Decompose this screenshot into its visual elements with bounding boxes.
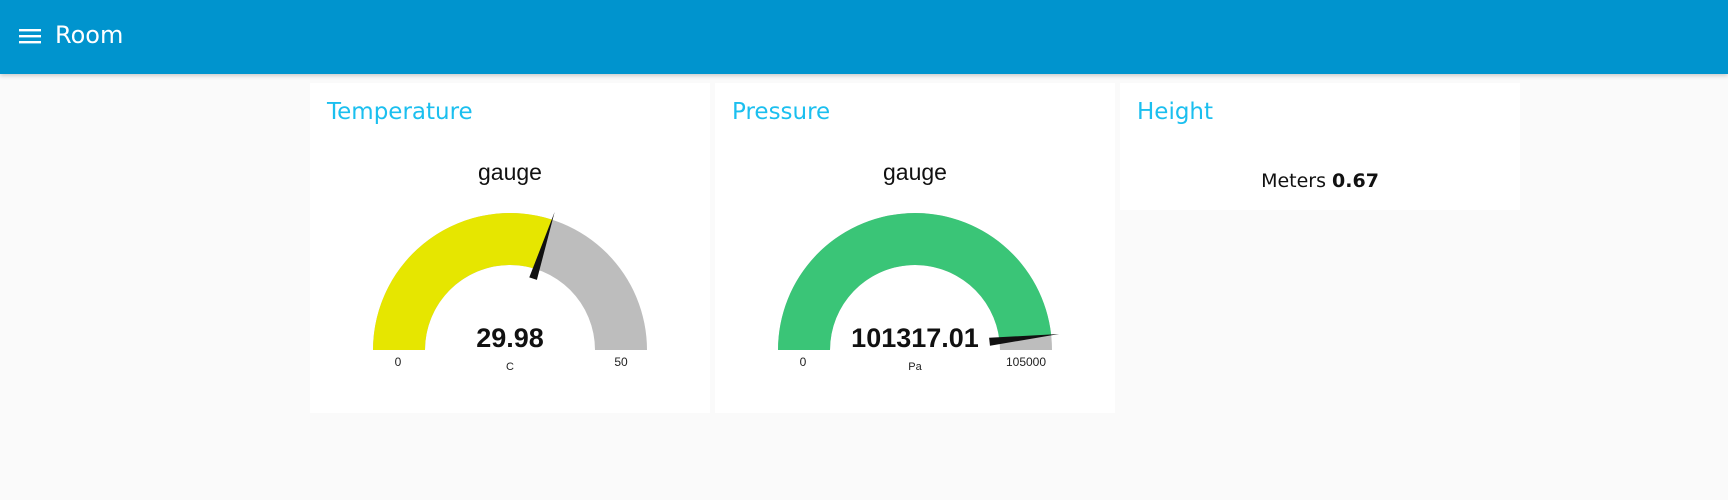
temperature-gauge: gauge 29.98 C 0 50 — [373, 159, 647, 373]
temperature-gauge-min: 0 — [395, 355, 402, 369]
pressure-gauge: gauge 101317.01 Pa 0 105000 — [778, 159, 1060, 373]
temperature-gauge-max: 50 — [614, 355, 628, 369]
pressure-gauge-units: Pa — [908, 361, 922, 373]
pressure-gauge-value: 101317.01 — [851, 323, 979, 353]
pressure-gauge-min: 0 — [800, 355, 807, 369]
top-app-bar: Room — [0, 0, 1728, 74]
temperature-card: Temperature gauge 29.98 C 0 50 — [310, 83, 710, 413]
temperature-gauge-label: gauge — [478, 159, 542, 185]
height-readout: Meters 0.67 — [1120, 170, 1520, 192]
pressure-gauge-max: 105000 — [1006, 355, 1046, 369]
hamburger-menu-icon[interactable] — [12, 20, 48, 52]
height-card: Height Meters 0.67 — [1120, 83, 1520, 210]
height-label: Meters — [1261, 170, 1326, 192]
pressure-card: Pressure gauge 101317.01 Pa 0 105000 — [715, 83, 1115, 413]
height-card-title: Height — [1137, 99, 1214, 125]
temperature-gauge-value: 29.98 — [476, 323, 544, 353]
page-title: Room — [55, 21, 124, 49]
temperature-gauge-units: C — [506, 361, 514, 373]
height-value: 0.67 — [1332, 170, 1379, 192]
pressure-gauge-label: gauge — [883, 159, 947, 185]
